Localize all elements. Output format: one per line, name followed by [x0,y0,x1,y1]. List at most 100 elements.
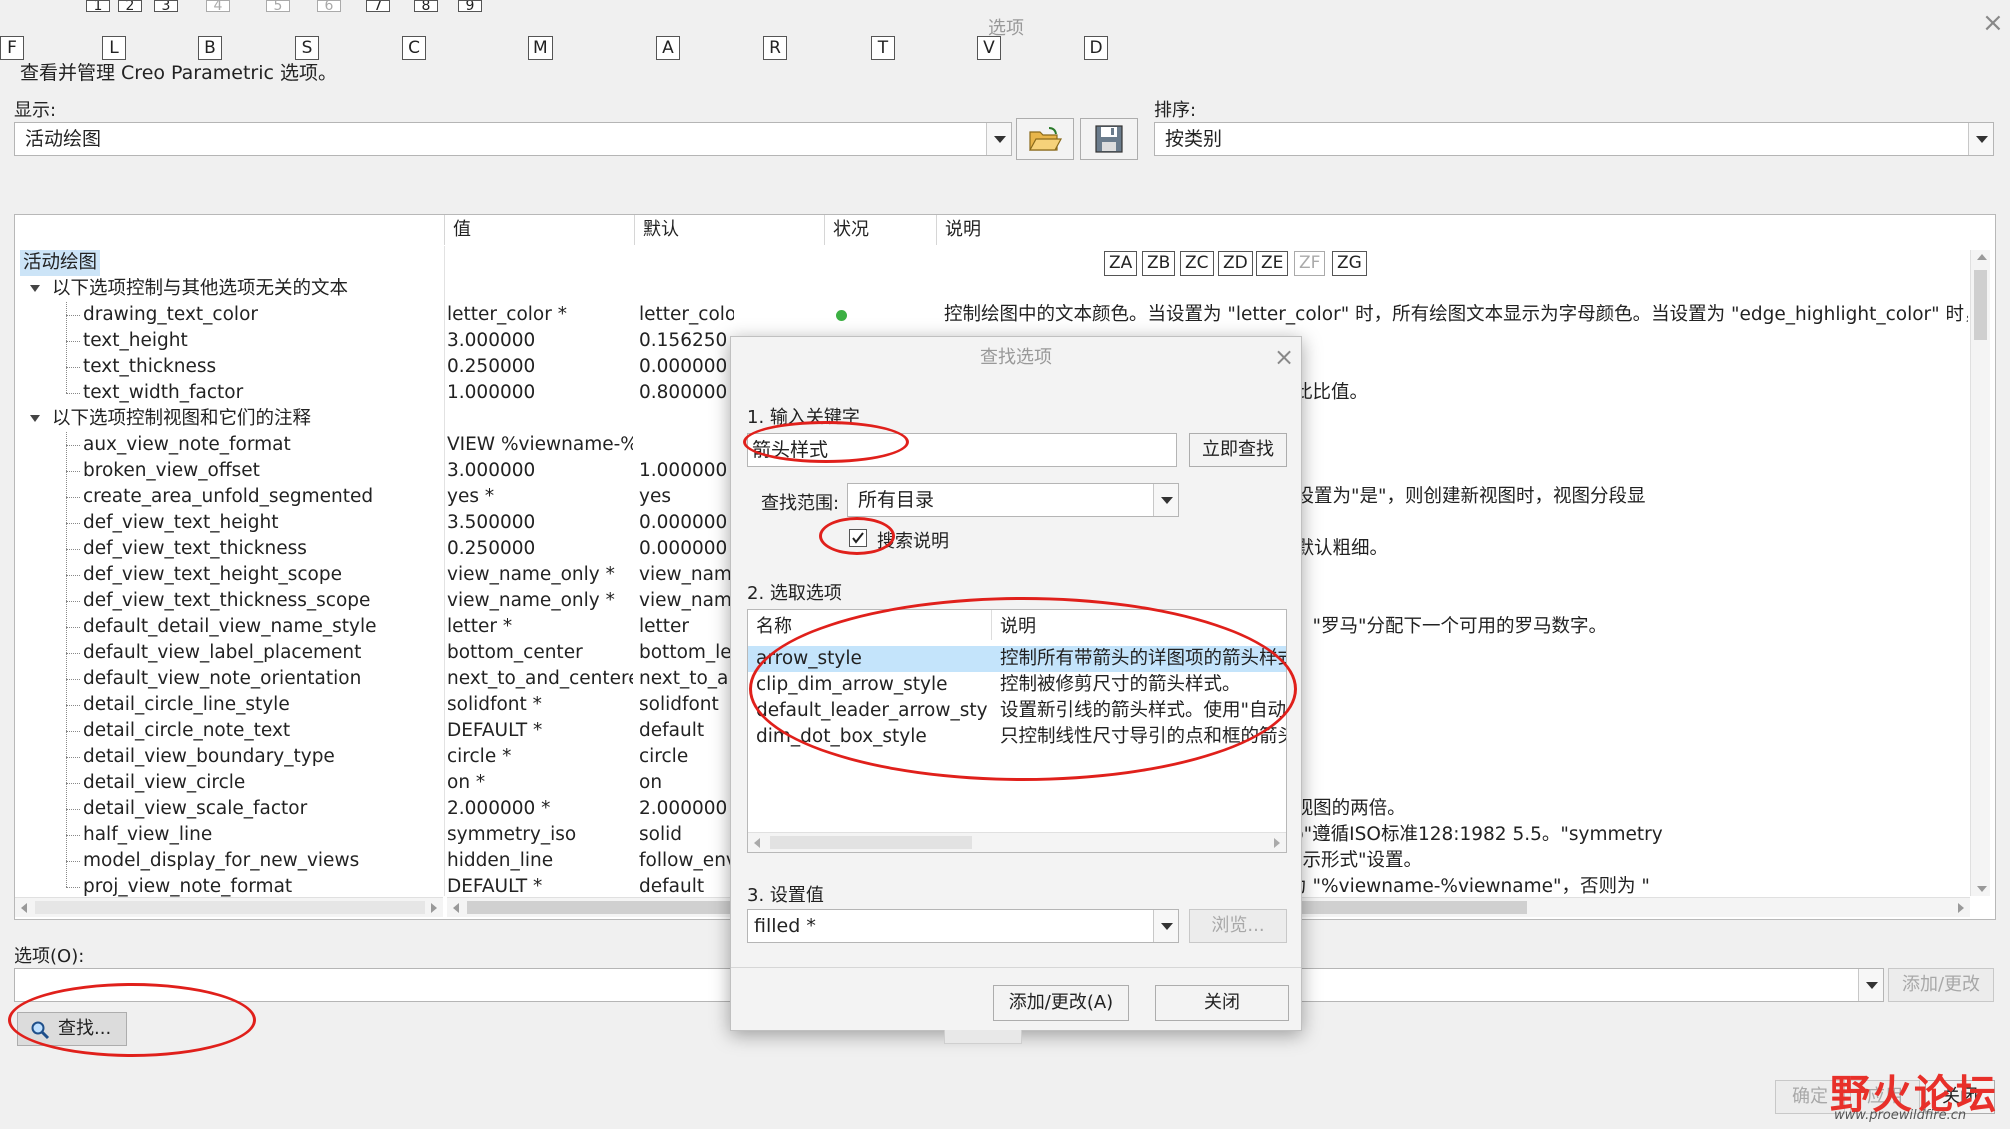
column-divider [444,246,445,896]
option-add-change-button[interactable]: 添加/更改 [1888,968,1994,1002]
keytip-ZC: ZC [1180,251,1214,276]
option-default: on [639,772,663,793]
option-value: view_name_only * [447,564,615,585]
column-header-description[interactable]: 说明 [937,215,1975,245]
option-default: 0.156250 [639,330,728,351]
option-name: default_view_label_placement [83,642,362,663]
tree-connector [66,432,67,887]
scroll-thumb[interactable] [35,901,425,914]
option-name: aux_view_note_format [83,434,291,455]
status-ok-icon [836,310,847,321]
browse-button[interactable]: 浏览... [1189,909,1287,943]
sort-select[interactable]: 按类别 [1154,122,1994,156]
watermark-url: www.proewildfire.cn [1834,1108,1967,1123]
keytip-9: 9 [458,0,482,12]
sort-label: 排序: [1154,100,1197,121]
option-value: 3.000000 [447,460,536,481]
option-default: 0.800000 [639,382,728,403]
scroll-up-icon[interactable] [1977,254,1987,260]
tree-connector [66,653,80,654]
option-value: 2.000000 * [447,798,551,819]
keytip-ZG: ZG [1332,251,1367,276]
option-default: next_to_an [639,668,734,689]
option-default: yes [639,486,671,507]
scroll-thumb[interactable] [770,836,972,849]
keytip-5: 5 [266,0,290,12]
option-name: detail_circle_line_style [83,694,290,715]
tree-connector [66,341,80,342]
option-default: solid [639,824,682,845]
collapse-caret-icon[interactable] [30,415,40,422]
column-header-default[interactable]: 默认 [635,215,825,245]
column-header-value[interactable]: 值 [445,215,635,245]
option-default: view_name [639,564,734,585]
option-name: text_thickness [83,356,217,377]
dialog-title: 查找选项 [980,347,1052,368]
find-now-button[interactable]: 立即查找 [1189,433,1287,467]
option-name: drawing_text_color [83,304,258,325]
option-value: DEFAULT * [447,720,543,741]
scroll-right-icon[interactable] [1274,838,1280,848]
collapse-caret-icon[interactable] [30,285,40,292]
keytip-R: R [763,36,787,60]
tree-connector [66,705,80,706]
option-value: 3.500000 [447,512,536,533]
save-config-button[interactable] [1080,118,1138,160]
option-default: default [639,720,705,741]
scroll-down-icon[interactable] [1977,886,1987,892]
tree-connector [66,393,80,394]
open-config-button[interactable] [1016,118,1074,160]
scroll-right-icon[interactable] [1958,903,1964,913]
column-header-status[interactable]: 状况 [825,215,937,245]
annotation-ring-results [749,597,1297,781]
list-horizontal-scrollbar[interactable] [748,832,1286,852]
tree-horizontal-scrollbar[interactable] [15,897,443,917]
tree-connector [66,302,67,393]
option-name: model_display_for_new_views [83,850,360,871]
option-label: 选项(O): [14,946,85,967]
dialog-divider [731,967,1301,968]
keytip-ZA: ZA [1104,251,1138,276]
keytip-ZD: ZD [1218,251,1253,276]
option-value: circle * [447,746,512,767]
step3-label: 3. 设置值 [747,885,824,906]
option-name: def_view_text_height [83,512,279,533]
dialog-close-bottom-button[interactable]: 关闭 [1155,985,1289,1021]
column-header-name[interactable] [15,215,445,245]
annotation-ring-checkbox [819,517,895,555]
option-default: solidfont [639,694,719,715]
table-vertical-scrollbar[interactable] [1970,250,1990,896]
table-row[interactable]: drawing_text_color letter_color * letter_c… [0,302,1968,328]
keytip-2: 2 [118,0,142,12]
tree-group-title: 以下选项控制视图和它们的注释 [52,408,312,429]
chevron-down-icon[interactable] [1858,969,1883,1001]
option-value: on * [447,772,486,793]
option-value: yes * [447,486,495,507]
option-value: solidfont * [447,694,542,715]
tree-root-label[interactable]: 活动绘图 [20,250,101,276]
tree-connector [66,471,80,472]
tree-group-row[interactable]: 以下选项控制与其他选项无关的文本 [0,276,1960,302]
display-select[interactable]: 活动绘图 [14,122,1012,156]
scroll-left-icon[interactable] [21,903,27,913]
tree-connector [66,679,80,680]
annotation-ring-find [8,983,256,1057]
window-subtitle: 查看并管理 Creo Parametric 选项。 [20,62,337,84]
option-value: view_name_only * [447,590,615,611]
tree-connector [66,835,80,836]
option-default: 1.000000 [639,460,728,481]
scroll-left-icon[interactable] [754,838,760,848]
tree-connector [66,315,80,316]
tree-connector [66,757,80,758]
set-value-select[interactable]: filled * [747,909,1179,943]
dialog-add-change-button[interactable]: 添加/更改(A) [993,985,1129,1021]
scroll-right-icon[interactable] [431,903,437,913]
set-value-select-value: filled * [754,915,816,937]
scroll-thumb[interactable] [1974,270,1987,340]
option-value: letter_color * [447,304,567,325]
tree-connector [66,861,80,862]
dialog-close-button[interactable]: × [1274,343,1294,371]
window-close-button[interactable]: × [1982,8,2004,38]
scroll-left-icon[interactable] [453,903,459,913]
scope-select[interactable]: 所有目录 [847,483,1179,517]
